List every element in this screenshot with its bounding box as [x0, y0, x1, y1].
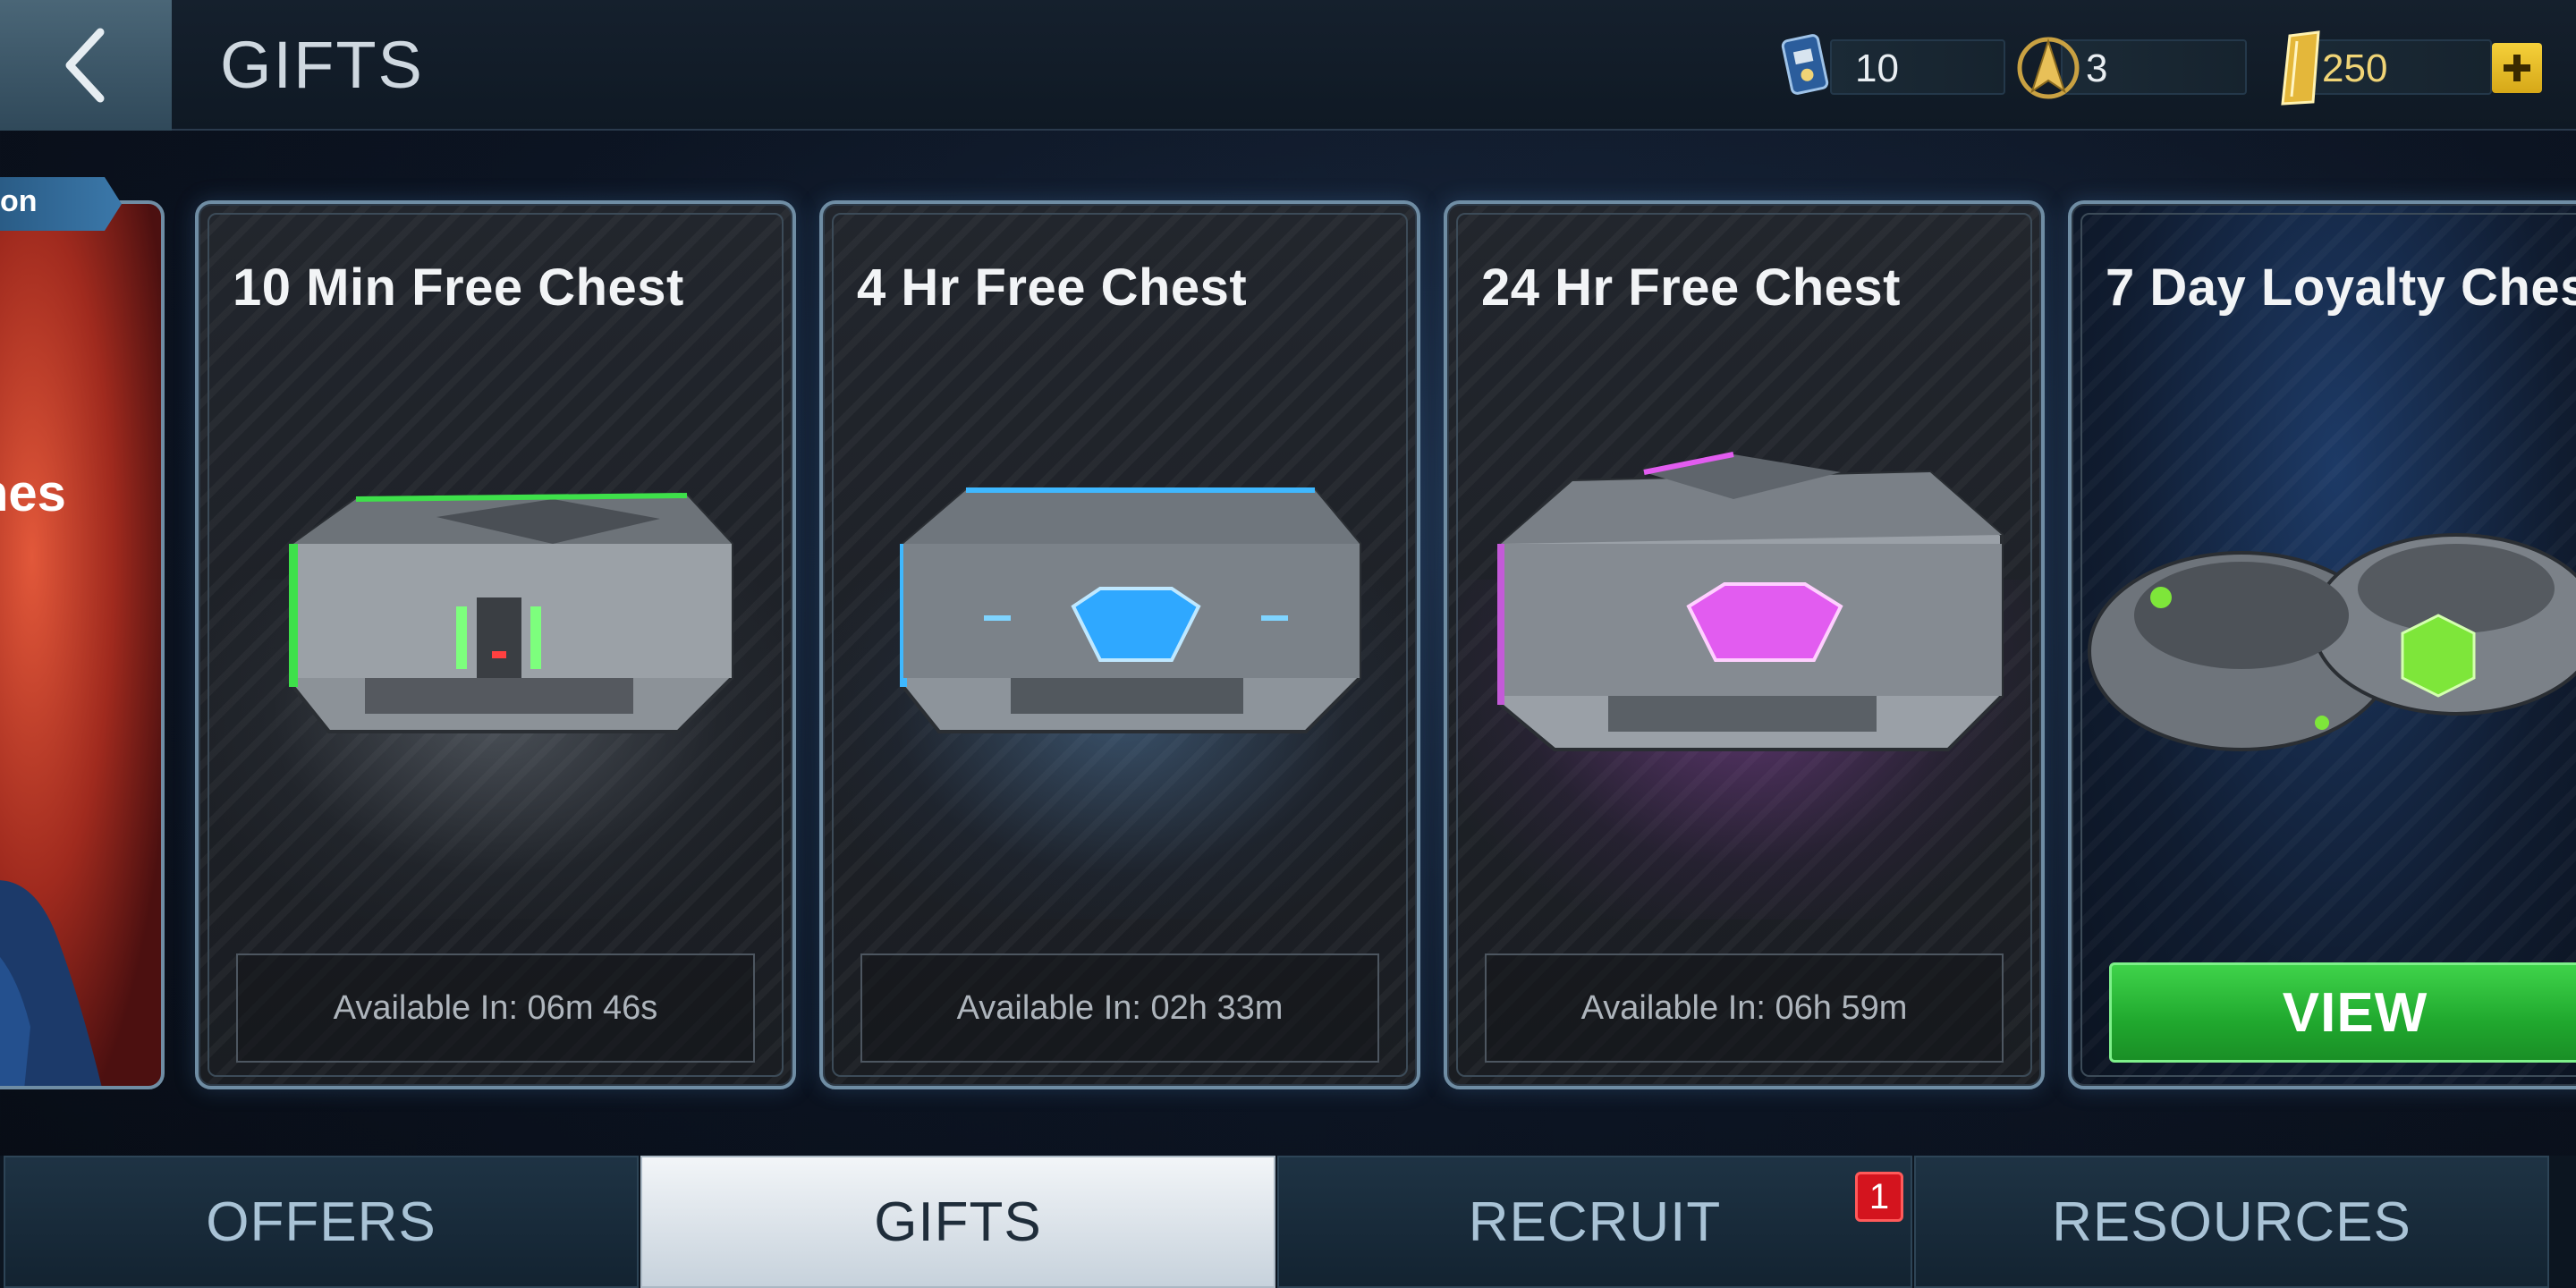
- officer-portrait: [0, 880, 102, 1086]
- tab-offers[interactable]: OFFERS: [4, 1156, 639, 1288]
- add-currency-button[interactable]: [2492, 43, 2542, 93]
- currency-delta[interactable]: 3: [2061, 39, 2247, 95]
- availability-timer: Available In: 02h 33m: [860, 953, 1379, 1063]
- currency-rank[interactable]: 10: [1830, 39, 2005, 95]
- tab-resources[interactable]: RESOURCES: [1914, 1156, 2549, 1288]
- rank-badge-icon: [1781, 34, 1829, 95]
- green-chest-icon: [289, 493, 733, 733]
- tab-recruit[interactable]: RECRUIT: [1277, 1156, 1912, 1288]
- currency-delta-value: 3: [2086, 47, 2108, 90]
- availability-timer: Available In: 06m 46s: [236, 953, 755, 1063]
- offer-card-partial[interactable]: nes: [0, 200, 165, 1089]
- partial-card-title: nes: [0, 464, 66, 522]
- page-title: GIFTS: [220, 28, 424, 102]
- chest-card-7day-loyalty[interactable]: 7 Day Loyalty Chest VIEW: [2068, 200, 2576, 1089]
- chevron-left-icon: [65, 28, 105, 103]
- chest-title: 7 Day Loyalty Chest: [2106, 258, 2576, 317]
- chest-title: 24 Hr Free Chest: [1481, 258, 1901, 317]
- starfleet-delta-icon: [2017, 37, 2080, 99]
- chest-card-24hr[interactable]: 24 Hr Free Chest Available In: 06h 59m: [1444, 200, 2045, 1089]
- chest-card-4hr[interactable]: 4 Hr Free Chest Available In: 02h 33m: [819, 200, 1420, 1089]
- currency-latinum-value: 250: [2322, 47, 2388, 90]
- chest-title: 4 Hr Free Chest: [857, 258, 1248, 317]
- recruit-notification-badge: 1: [1855, 1172, 1903, 1222]
- currency-rank-value: 10: [1855, 47, 1899, 90]
- event-tag: on: [0, 177, 122, 231]
- loyalty-chest-icon: [2088, 533, 2576, 751]
- back-button[interactable]: [0, 0, 172, 131]
- latinum-bar-icon: [2281, 30, 2320, 106]
- availability-timer: Available In: 06h 59m: [1485, 953, 2004, 1063]
- chest-title: 10 Min Free Chest: [233, 258, 684, 317]
- bottom-tab-bar: OFFERS GIFTS RECRUIT RESOURCES 1: [0, 1156, 2576, 1288]
- chest-card-10min[interactable]: 10 Min Free Chest Available In: 06m 46s: [195, 200, 796, 1089]
- tab-gifts[interactable]: GIFTS: [640, 1156, 1275, 1288]
- blue-chest-icon: [900, 487, 1361, 733]
- top-bar: GIFTS 10 3 250: [0, 0, 2576, 131]
- view-button[interactable]: VIEW: [2109, 962, 2576, 1063]
- plus-icon: [2504, 55, 2530, 81]
- purple-chest-icon: [1497, 452, 2004, 751]
